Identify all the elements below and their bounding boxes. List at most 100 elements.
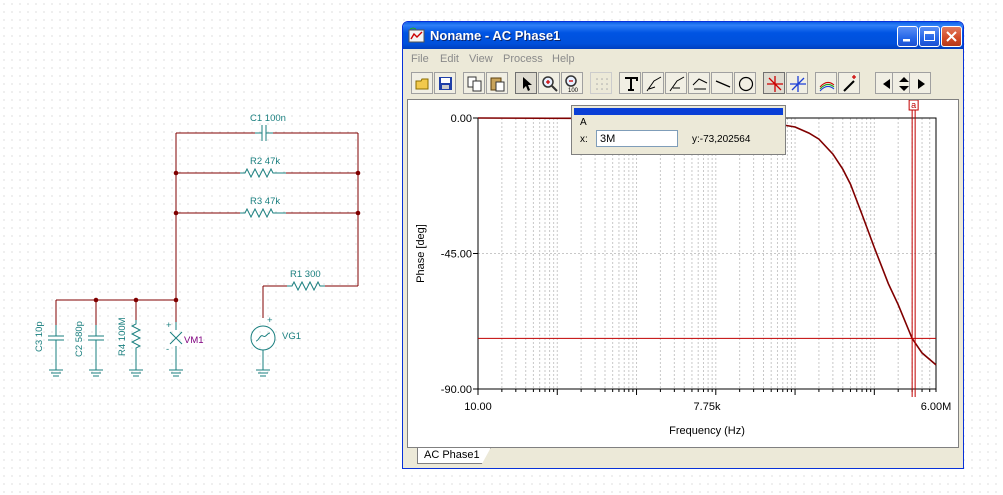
maximize-button[interactable] — [919, 26, 940, 47]
annotate-button[interactable] — [642, 72, 664, 94]
annotate3-button[interactable] — [688, 72, 710, 94]
curves-button[interactable] — [815, 72, 837, 94]
svg-text:+: + — [267, 315, 273, 326]
resistor-r1[interactable] — [287, 280, 325, 292]
voltage-generator-vg1[interactable]: + — [250, 315, 276, 377]
pointer-icon — [523, 77, 532, 91]
svg-text:100: 100 — [568, 88, 579, 93]
minimize-button[interactable] — [897, 26, 918, 47]
window-title: Noname - AC Phase1 — [430, 28, 561, 43]
annotate2-icon — [669, 76, 685, 92]
resistor-r2[interactable] — [240, 167, 286, 179]
cursor-b-button[interactable] — [786, 72, 808, 94]
minimize-icon — [903, 39, 910, 42]
y-tick-label: 0.00 — [451, 113, 472, 125]
svg-text:-: - — [166, 344, 169, 355]
capacitor-c3[interactable] — [48, 325, 64, 377]
toolbar: 100 — [407, 70, 959, 96]
open-button[interactable] — [411, 72, 433, 94]
grid-lines — [478, 118, 936, 389]
voltmeter-vm1[interactable]: + - — [166, 320, 183, 377]
cursor-x-input[interactable] — [596, 130, 678, 147]
text-tool-button[interactable] — [619, 72, 641, 94]
cursor-readout-panel[interactable]: A x: y:-73,202564 — [571, 105, 786, 155]
phase-series-line[interactable] — [477, 117, 937, 366]
y-tick-label: -45.00 — [441, 249, 472, 261]
zoom-in-button[interactable] — [538, 72, 560, 94]
paste-button[interactable] — [486, 72, 508, 94]
resistor-r3[interactable] — [240, 207, 286, 219]
cursor-panel-titlebar[interactable] — [574, 108, 783, 115]
zoom-out-icon: 100 — [565, 75, 579, 93]
resistor-r4[interactable] — [129, 320, 143, 377]
capacitor-c1[interactable] — [255, 125, 273, 141]
annotate-icon — [646, 76, 662, 92]
label-r3: R3 47k — [250, 196, 280, 207]
annotate2-button[interactable] — [665, 72, 687, 94]
marker-button[interactable] — [838, 72, 860, 94]
maximize-icon — [924, 31, 935, 41]
x-tick-label: 10.00 — [464, 401, 492, 413]
circle-tool-button[interactable] — [734, 72, 756, 94]
right-arrow-icon — [918, 79, 925, 89]
paste-icon — [490, 77, 505, 92]
x-axis-label: Frequency (Hz) — [669, 425, 745, 437]
menu-edit[interactable]: Edit — [440, 53, 459, 65]
zoom-in-icon — [542, 76, 558, 92]
menu-bar: File Edit View Process Help — [403, 49, 963, 69]
x-tick-label: 7.75k — [694, 401, 721, 413]
cursor-a-marker[interactable]: a — [908, 100, 919, 111]
zoom-out-button[interactable]: 100 — [561, 72, 583, 94]
label-c2: C2 580p — [74, 321, 85, 357]
text-icon — [625, 77, 638, 91]
svg-text:+: + — [166, 320, 172, 331]
cursor-x-label: x: — [580, 134, 588, 145]
grid-icon — [596, 78, 608, 90]
cursor-a-button[interactable] — [763, 72, 785, 94]
label-c1: C1 100n — [250, 113, 286, 124]
ac-phase-window[interactable]: Noname - AC Phase1 File Edit View Proces… — [402, 21, 964, 469]
cursor-b-icon — [790, 76, 806, 92]
save-icon — [439, 77, 452, 90]
cursor-a-icon — [767, 76, 783, 92]
marker-icon — [843, 75, 856, 92]
circle-icon — [738, 76, 754, 92]
line-icon — [715, 80, 731, 88]
label-r1: R1 300 — [290, 269, 321, 280]
menu-view[interactable]: View — [469, 53, 493, 65]
capacitor-c2[interactable] — [88, 325, 104, 377]
y-tick-label: -90.00 — [441, 384, 472, 396]
menu-file[interactable]: File — [411, 53, 429, 65]
right-arrow-button[interactable] — [909, 72, 931, 94]
tab-ac-phase1[interactable]: AC Phase1 — [417, 448, 491, 464]
pointer-button[interactable] — [515, 72, 537, 94]
x-tick-label: 6.00M — [921, 401, 952, 413]
grid-button[interactable] — [590, 72, 612, 94]
title-bar[interactable]: Noname - AC Phase1 — [403, 22, 963, 49]
menu-process[interactable]: Process — [503, 53, 543, 65]
copy-button[interactable] — [463, 72, 485, 94]
label-r4: R4 100M — [117, 317, 128, 356]
svg-text:a: a — [911, 100, 916, 110]
annotate3-icon — [692, 78, 708, 90]
tab-strip: AC Phase1 — [407, 448, 959, 466]
close-icon — [946, 31, 957, 42]
curves-icon — [819, 81, 835, 92]
label-c3: C3 10p — [34, 321, 45, 352]
app-icon — [408, 27, 425, 43]
wire-r1 — [262, 285, 358, 318]
junction-dots — [93, 170, 361, 303]
open-icon — [415, 78, 429, 90]
save-button[interactable] — [434, 72, 456, 94]
line-tool-button[interactable] — [711, 72, 733, 94]
label-vg1: VG1 — [282, 331, 301, 342]
close-button[interactable] — [941, 26, 962, 47]
menu-help[interactable]: Help — [552, 53, 575, 65]
label-r2: R2 47k — [250, 156, 280, 167]
cursor-name: A — [580, 117, 587, 128]
cursor-y-value: y:-73,202564 — [692, 134, 751, 145]
circuit-schematic: + - + C1 100n R2 47k R3 47k R1 300 C3 10… — [34, 113, 361, 377]
label-vm1: VM1 — [184, 335, 204, 346]
y-axis-label: Phase [deg] — [415, 224, 427, 283]
copy-icon — [467, 76, 482, 92]
